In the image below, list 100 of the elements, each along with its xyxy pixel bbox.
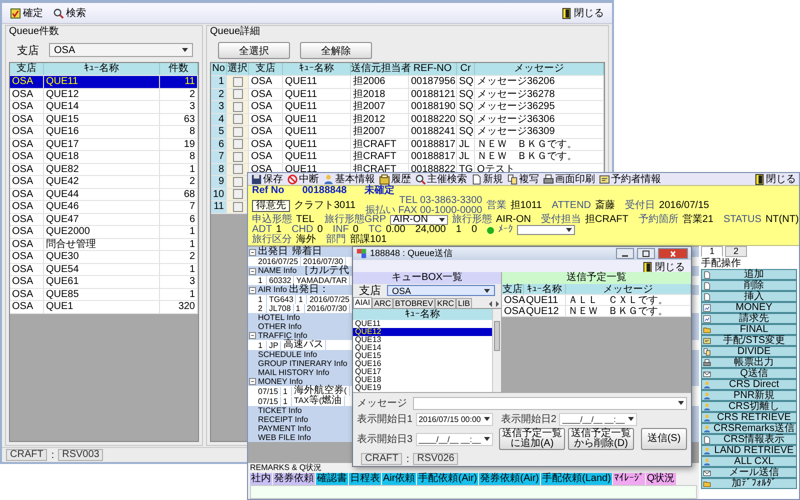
toolbar-button[interactable]: 画面印刷 — [542, 172, 596, 186]
select-field[interactable]: AIR-ON — [390, 215, 448, 225]
remarks-tab[interactable]: 発券依頼 — [273, 473, 315, 485]
tab-scroll-icon[interactable] — [487, 300, 501, 308]
tree-section[interactable]: 出発日 — [256, 247, 290, 257]
remarks-tab[interactable]: Q状況 — [646, 473, 676, 485]
table-row[interactable]: OSA QUE44 68 — [10, 188, 198, 201]
tree-section[interactable]: WEB FILE Info — [256, 433, 313, 442]
queue-item[interactable]: QUE12 — [353, 328, 492, 336]
table-row[interactable]: OSA 問合せ管理 1 — [10, 238, 198, 251]
panel-tab[interactable]: 2 — [725, 246, 747, 257]
checkbox[interactable] — [232, 114, 242, 124]
tree-section[interactable]: OTHER Info — [256, 322, 304, 331]
action-button[interactable]: 請求先 — [701, 313, 797, 324]
action-button[interactable]: PNR新規 — [701, 390, 797, 401]
table-row[interactable]: OSA QUE47 6 — [10, 214, 198, 226]
maximize-button[interactable] — [637, 248, 655, 259]
queue-item[interactable]: QUE15 — [353, 352, 492, 360]
remarks-tab[interactable]: 発券依頼(Air) — [479, 473, 540, 485]
group-tab[interactable]: ARC — [372, 298, 394, 308]
action-button[interactable]: Q送信 — [701, 368, 797, 379]
select-field[interactable] — [517, 225, 575, 235]
checkbox[interactable] — [232, 76, 242, 87]
remarks-tab[interactable]: 手配依頼(Land) — [541, 473, 612, 485]
queue-item[interactable]: QUE19 — [353, 384, 492, 392]
table-row[interactable]: OSA QUE46 7 — [10, 201, 198, 214]
action-button[interactable]: 削除 — [701, 280, 797, 291]
checkbox[interactable] — [232, 89, 242, 100]
tree-section[interactable]: GROUP ITINERARY Info — [256, 359, 350, 368]
dialog-button[interactable]: 送信予定一覧に追加(A) — [499, 428, 565, 450]
action-button[interactable]: 手配/STS変更 — [701, 335, 797, 346]
checkbox[interactable] — [232, 102, 242, 112]
table-row[interactable]: OSA QUE2000 1 — [10, 226, 198, 238]
checkbox[interactable] — [232, 202, 242, 212]
toolbar-button[interactable]: 確定 — [8, 6, 45, 20]
action-button[interactable]: CRS Direct — [701, 379, 797, 390]
action-button[interactable]: FINAL — [701, 324, 797, 335]
checkbox[interactable] — [232, 126, 242, 137]
action-button[interactable]: メール送信 — [701, 467, 797, 478]
table-row[interactable]: OSA QUE54 1 — [10, 264, 198, 276]
tree-section[interactable]: MONEY Info — [256, 377, 305, 386]
date-field[interactable]: 2016/07/15 00:00 — [416, 412, 493, 426]
remarks-tab[interactable]: 日程表 — [349, 473, 381, 485]
branch-select[interactable]: OSA — [387, 285, 495, 296]
action-button[interactable]: DIVIDE — [701, 346, 797, 357]
tree-section[interactable]: PAYMENT Info — [256, 424, 313, 433]
remarks-area[interactable] — [250, 485, 697, 499]
table-row[interactable]: OSA QUE61 3 — [10, 276, 198, 288]
table-row[interactable]: OSA QUE85 1 — [10, 288, 198, 301]
group-tab[interactable]: AIAI — [353, 297, 372, 308]
action-button[interactable]: CRS情報表示 — [701, 434, 797, 445]
action-button[interactable]: 追加 — [701, 269, 797, 280]
action-button[interactable]: ALL CXL — [701, 456, 797, 467]
collapse-icon[interactable] — [248, 286, 256, 294]
checkbox[interactable] — [232, 176, 242, 187]
queue-item[interactable]: QUE18 — [353, 376, 492, 384]
remarks-tab[interactable]: 確認書 — [316, 473, 348, 485]
branch-select[interactable]: OSA — [49, 43, 193, 57]
collapse-icon[interactable] — [248, 268, 256, 274]
checkbox[interactable] — [232, 164, 242, 174]
queue-item[interactable]: QUE14 — [353, 344, 492, 352]
dialog-button[interactable]: 送信(S) — [641, 428, 687, 450]
tree-section[interactable]: RECEIPT Info — [256, 415, 310, 424]
remarks-tab[interactable]: 手配依頼(Air) — [417, 473, 478, 485]
toolbar-button[interactable]: 中断 — [286, 172, 320, 186]
remarks-tab[interactable]: Air依頼 — [382, 473, 416, 485]
dialog-button[interactable]: 送信予定一覧から削除(D) — [568, 428, 634, 450]
table-row[interactable]: OSA QUE30 2 — [10, 251, 198, 264]
table-row[interactable]: OSA QUE16 8 — [10, 126, 198, 138]
close-button[interactable] — [658, 248, 688, 259]
toolbar-button[interactable]: 検索 — [51, 6, 88, 20]
message-field[interactable] — [413, 396, 687, 410]
action-button[interactable]: LAND RETRIEVE — [701, 445, 797, 456]
table-row[interactable]: OSA QUE17 19 — [10, 138, 198, 151]
tree-section[interactable]: MAIL HISTORY Info — [256, 368, 332, 377]
collapse-icon[interactable] — [248, 378, 256, 385]
date-field[interactable]: ____/__/__ __:__ — [416, 432, 493, 446]
action-button[interactable]: CRS RETRIEVE — [701, 412, 797, 423]
action-button[interactable]: 加ﾃﾞﾌｫﾙﾀﾞ — [701, 478, 797, 489]
remarks-tab[interactable]: ﾏｲﾚｰｼﾞ — [612, 473, 645, 485]
tree-section[interactable]: SCHEDULE Info — [256, 350, 320, 359]
date-field[interactable]: ____/__/__ __:__ — [559, 412, 637, 426]
tree-section[interactable]: TICKET Info — [256, 406, 304, 415]
minimize-button[interactable] — [616, 248, 634, 259]
tree-section[interactable]: NAME Info ［カルテ代 — [256, 266, 351, 276]
checkbox[interactable] — [232, 152, 242, 162]
group-tab[interactable]: KRC — [435, 298, 456, 308]
table-row[interactable]: OSA QUE11 11 — [10, 76, 198, 88]
queue-item[interactable]: QUE13 — [353, 336, 492, 344]
toolbar-button[interactable]: 複写 — [506, 172, 540, 186]
table-row[interactable]: OSA QUE15 63 — [10, 114, 198, 126]
remarks-tab[interactable]: 社内 — [250, 473, 272, 485]
queue-item[interactable]: QUE11 — [353, 320, 492, 328]
collapse-icon[interactable] — [248, 248, 256, 256]
queue-item[interactable]: QUE17 — [353, 368, 492, 376]
table-row[interactable]: OSA QUE12 2 — [10, 88, 198, 101]
queue-item[interactable]: QUE16 — [353, 360, 492, 368]
group-tab[interactable]: LIB — [456, 298, 472, 308]
action-button[interactable]: CRSRemarks送信 — [701, 423, 797, 434]
group-tab[interactable]: BTOBREV — [393, 298, 436, 308]
